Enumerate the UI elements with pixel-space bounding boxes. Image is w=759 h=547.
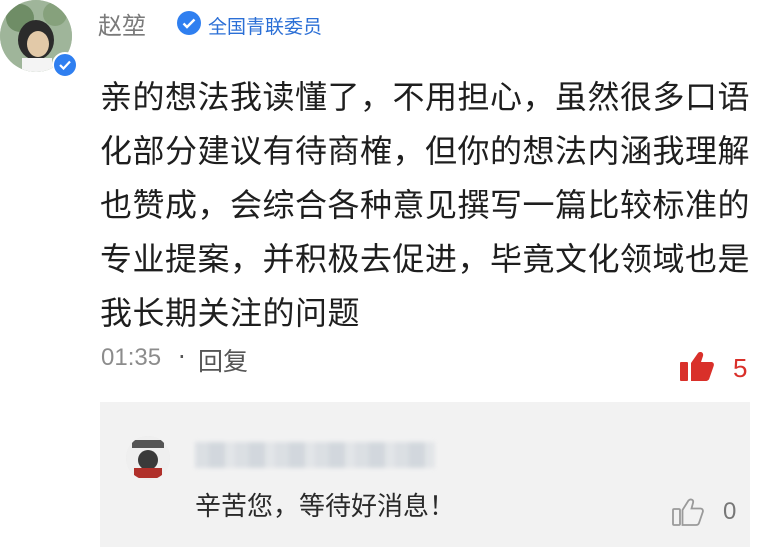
verified-badge-icon — [52, 52, 78, 78]
comment-text: 亲的想法我读懂了，不用担心，虽然很多口语化部分建议有待商榷，但你的想法内涵我理解… — [100, 78, 751, 332]
reply-author-name-blurred — [195, 442, 435, 468]
meta-separator: · — [178, 343, 186, 371]
reply-button[interactable]: 回复 — [198, 342, 248, 378]
certification-label: 全国青联委员 — [208, 16, 323, 38]
thumbs-up-outline-icon[interactable] — [672, 498, 704, 530]
reply-avatar[interactable] — [126, 436, 170, 480]
like-count: 5 — [733, 353, 748, 383]
reply-avatar-image — [126, 436, 170, 480]
comment-time: 01:35 — [101, 344, 162, 371]
verified-check-icon — [177, 11, 201, 35]
reply-like-count: 0 — [723, 498, 737, 525]
thumbs-up-icon[interactable] — [680, 351, 714, 385]
author-name[interactable]: 赵堃 — [98, 6, 146, 41]
reply-text: 辛苦您，等待好消息！ — [195, 492, 456, 522]
reply-panel: 辛苦您，等待好消息！ 0 — [100, 402, 750, 547]
